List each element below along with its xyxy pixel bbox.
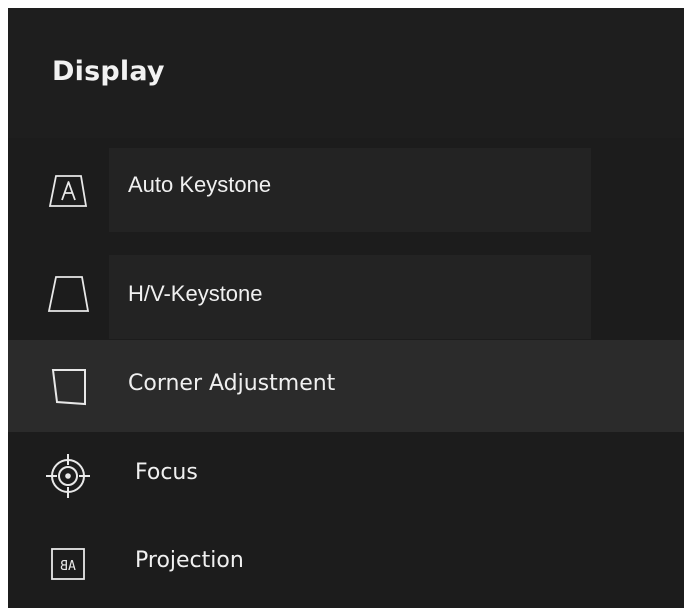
- settings-menu: Auto Keystone H/V-Keystone Corner Adjust…: [8, 138, 684, 608]
- hv-keystone-icon: [44, 271, 92, 319]
- corner-adjustment-icon: [44, 362, 92, 410]
- display-settings-panel: Display Auto Keystone H/V-Keystone Corne…: [8, 8, 684, 608]
- menu-item-label: Projection: [135, 548, 244, 573]
- focus-icon: [44, 452, 92, 500]
- menu-item-corner-adjustment[interactable]: Corner Adjustment: [8, 340, 684, 432]
- menu-item-label: Corner Adjustment: [128, 371, 336, 396]
- panel-header: Display: [8, 8, 684, 138]
- svg-text:AB: AB: [60, 559, 76, 574]
- menu-item-focus[interactable]: Focus: [8, 432, 684, 520]
- menu-item-hv-keystone[interactable]: H/V-Keystone: [8, 255, 684, 347]
- menu-item-label: Focus: [135, 460, 198, 485]
- page-title: Display: [52, 56, 165, 87]
- menu-item-label: H/V-Keystone: [128, 281, 263, 306]
- menu-item-projection[interactable]: AB Projection: [8, 518, 684, 608]
- menu-item-auto-keystone[interactable]: Auto Keystone: [8, 148, 684, 240]
- projection-icon: AB: [44, 540, 92, 588]
- menu-item-label: Auto Keystone: [128, 172, 272, 197]
- auto-keystone-icon: [44, 168, 92, 216]
